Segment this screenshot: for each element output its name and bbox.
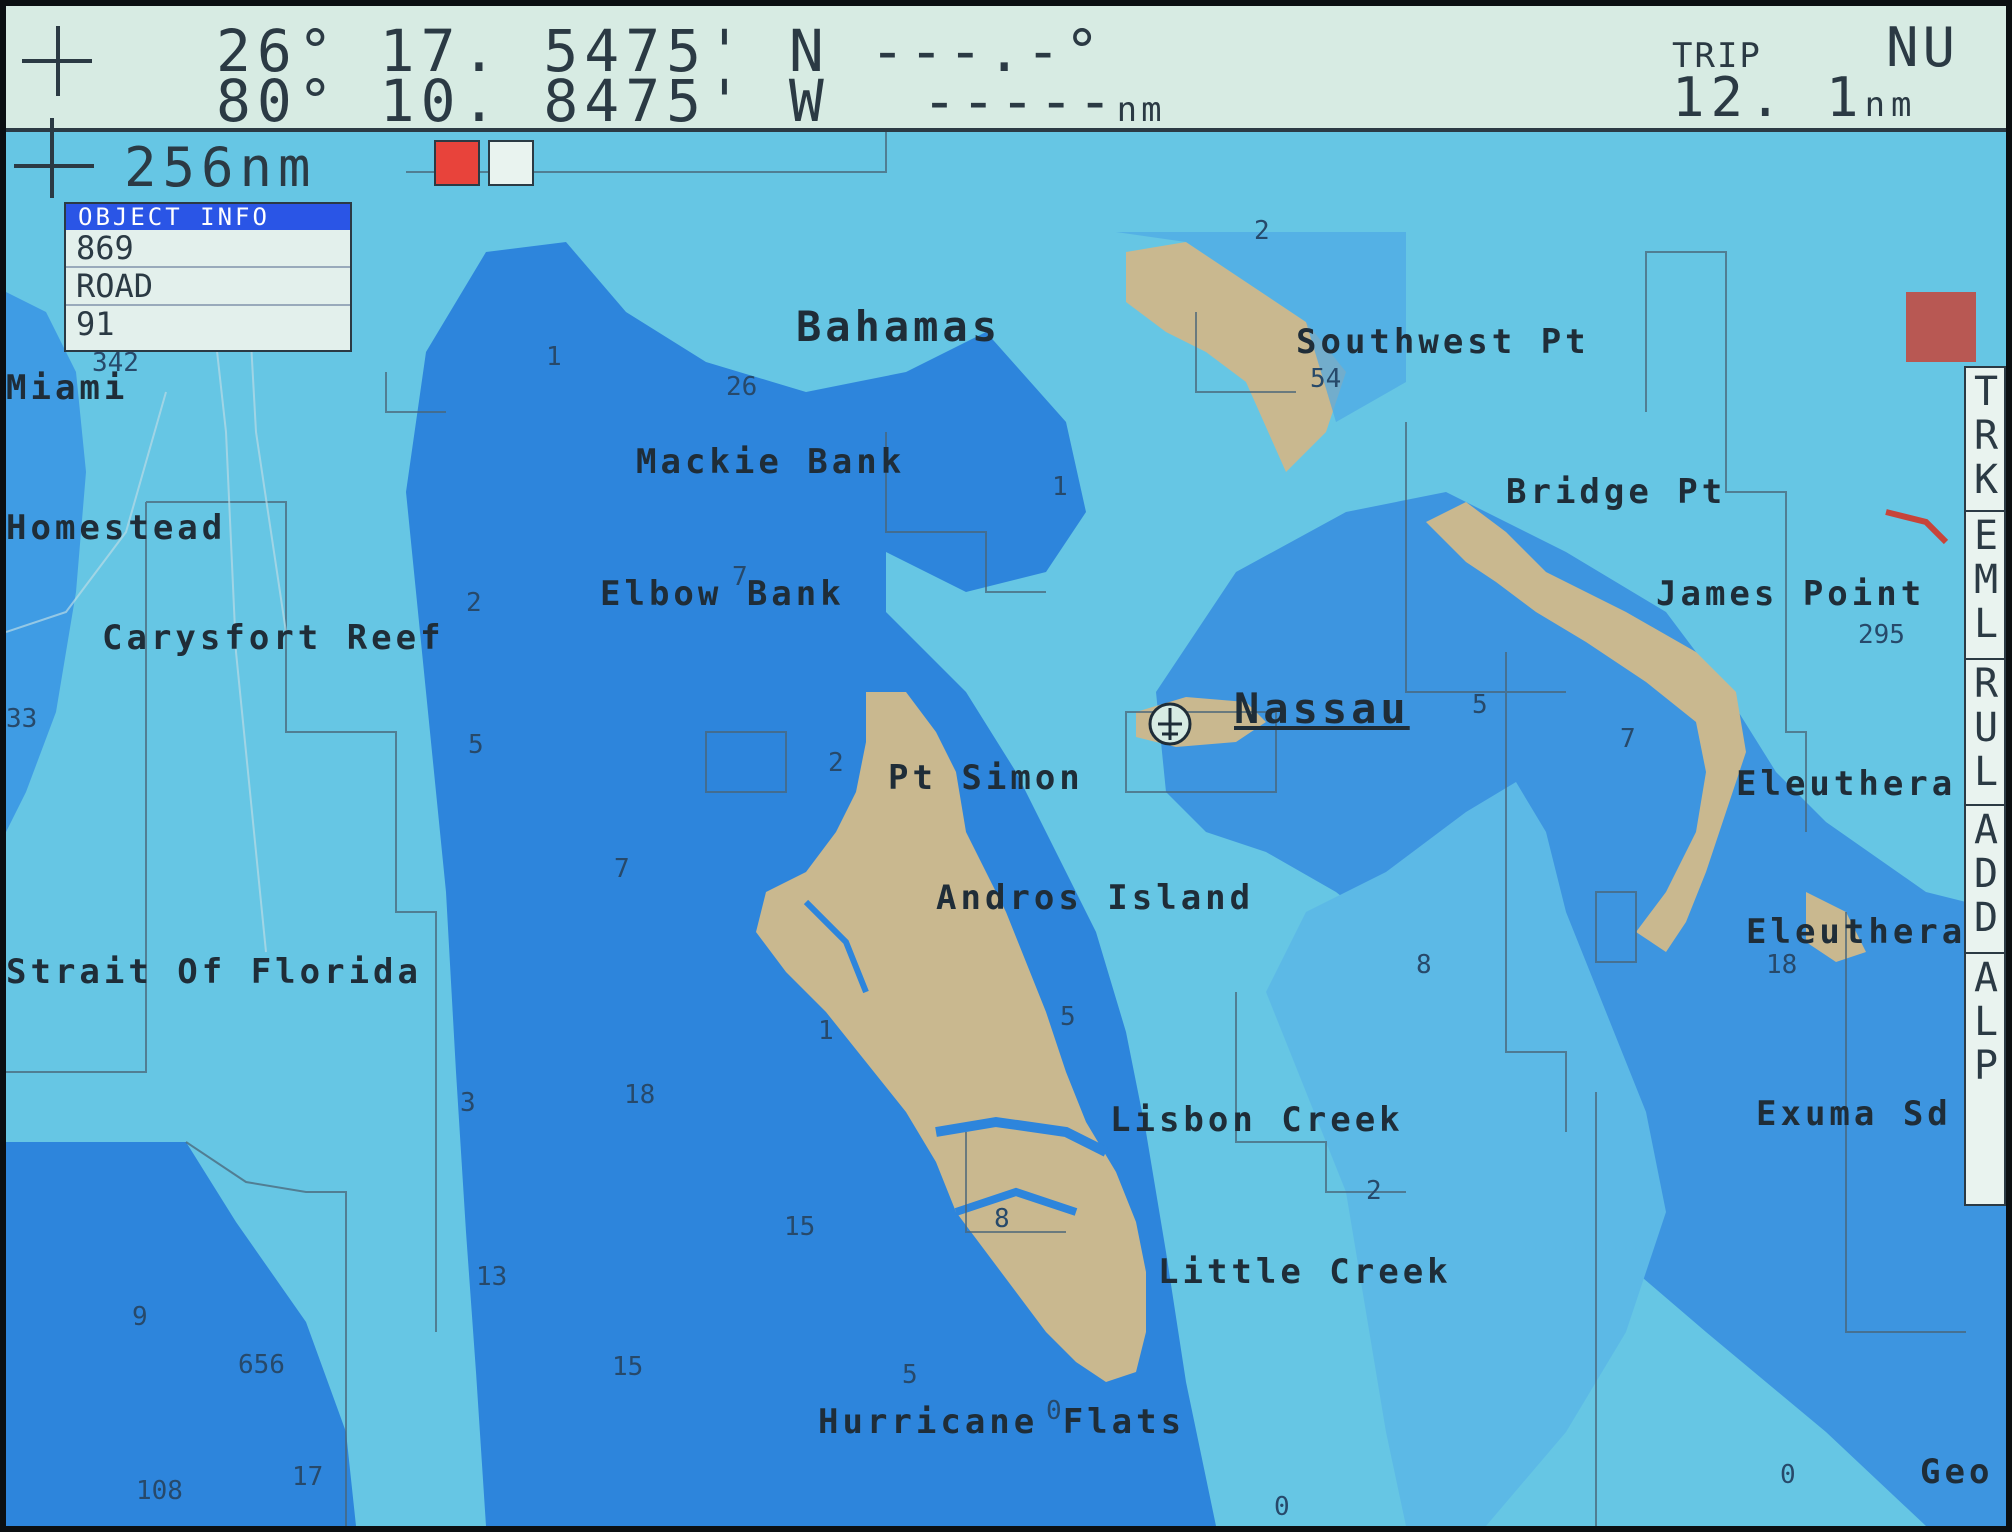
object-info-row: 869 <box>66 230 350 268</box>
depth-sounding: 13 <box>476 1262 508 1292</box>
menu-letter: D <box>1973 851 1999 897</box>
depth-sounding: 108 <box>136 1476 183 1506</box>
place-label: James Point <box>1656 574 1926 614</box>
depth-sounding: 26 <box>726 372 758 402</box>
place-label: Carysfort Reef <box>102 618 445 658</box>
depth-sounding: 7 <box>732 562 748 592</box>
depth-sounding: 7 <box>1620 724 1636 754</box>
depth-sounding: 295 <box>1858 620 1905 650</box>
place-label: Eleuthera <box>1736 764 1957 804</box>
depth-sounding: 54 <box>1310 364 1342 394</box>
depth-sounding: 5 <box>1060 1002 1076 1032</box>
longitude-readout: 80° 10. 8475' W <box>216 67 830 135</box>
menu-add[interactable]: ADD <box>1966 810 2006 942</box>
menu-letter: T <box>1973 369 1999 415</box>
menu-letter: L <box>1973 601 1999 647</box>
place-label: Andros Island <box>936 878 1255 918</box>
menu-letter: P <box>1973 1043 1999 1089</box>
depth-sounding: 2 <box>1254 216 1270 246</box>
depth-sounding: 9 <box>132 1302 148 1332</box>
place-label: Bridge Pt <box>1506 472 1727 512</box>
depth-sounding: 342 <box>92 348 139 378</box>
depth-sounding: 2 <box>466 588 482 618</box>
depth-sounding: 0 <box>1274 1492 1290 1522</box>
object-info-header: OBJECT INFO <box>66 204 350 230</box>
scale-readout[interactable]: 256nm <box>124 136 317 199</box>
menu-letter: L <box>1973 999 1999 1045</box>
menu-letter: U <box>1973 705 1999 751</box>
place-label: Little Creek <box>1158 1252 1452 1292</box>
cursor-cross-icon <box>22 26 92 96</box>
depth-sounding: 15 <box>612 1352 644 1382</box>
depth-sounding: 1 <box>1052 472 1068 502</box>
distance-value: ----- <box>922 67 1117 135</box>
side-menu: TRK EML RUL ADD ALP <box>1964 366 2006 1206</box>
depth-sounding: 18 <box>1766 950 1798 980</box>
place-label: Homestead <box>6 508 227 548</box>
trip-unit: nm <box>1864 85 1918 125</box>
red-marker <box>1906 292 1976 362</box>
depth-sounding: 1 <box>546 342 562 372</box>
place-label: Elbow Bank <box>600 574 845 614</box>
scale-unit: nm <box>239 136 317 199</box>
menu-eml[interactable]: EML <box>1966 516 2006 648</box>
trip-value: 12. 1 <box>1672 66 1865 129</box>
menu-letter: D <box>1973 895 1999 941</box>
menu-letter: M <box>1973 557 1999 603</box>
object-info-row: ROAD <box>66 268 350 306</box>
trip-readout: 12. 1nm <box>1672 66 1918 129</box>
depth-sounding: 18 <box>624 1080 656 1110</box>
depth-sounding: 5 <box>468 730 484 760</box>
object-info-row: 91 <box>76 305 115 343</box>
place-label: Strait Of Florida <box>6 952 422 992</box>
place-label: Southwest Pt <box>1296 322 1590 362</box>
depth-sounding: 33 <box>6 704 38 734</box>
place-label: Geo <box>1920 1452 1994 1492</box>
depth-sounding: 8 <box>994 1204 1010 1234</box>
status-bar: 26° 17. 5475' N 80° 10. 8475' W ---.-° -… <box>6 6 2006 132</box>
menu-letter: A <box>1973 955 1999 1001</box>
distance-unit: nm <box>1116 90 1166 130</box>
place-label: Nassau <box>1234 684 1410 733</box>
menu-letter: L <box>1973 749 1999 795</box>
depth-sounding: 2 <box>828 748 844 778</box>
menu-letter: R <box>1973 661 1999 707</box>
depth-sounding: 5 <box>1472 690 1488 720</box>
menu-letter: R <box>1973 413 1999 459</box>
menu-alp[interactable]: ALP <box>1966 958 2006 1090</box>
depth-sounding: 8 <box>1416 950 1432 980</box>
scale-cross-icon <box>14 118 94 198</box>
alarm-icon[interactable] <box>434 140 480 186</box>
orientation-mode[interactable]: NU <box>1886 16 1959 79</box>
distance-readout: -----nm <box>922 72 1166 130</box>
chartplotter-screen: 26° 17. 5475' N 80° 10. 8475' W ---.-° -… <box>6 6 2006 1526</box>
depth-sounding: 3 <box>460 1088 476 1118</box>
depth-sounding: 15 <box>784 1212 816 1242</box>
place-label: Bahamas <box>796 302 1002 351</box>
depth-sounding: 0 <box>1046 1396 1062 1426</box>
place-label: Exuma Sd <box>1756 1094 1952 1134</box>
place-label: Pt Simon <box>888 758 1084 798</box>
menu-rul[interactable]: RUL <box>1966 664 2006 796</box>
depth-sounding: 2 <box>1366 1176 1382 1206</box>
menu-letter: K <box>1973 457 1999 503</box>
place-label: Eleuthera <box>1746 912 1967 952</box>
place-label: Mackie Bank <box>636 442 906 482</box>
depth-sounding: 0 <box>1780 1460 1796 1490</box>
menu-trk[interactable]: TRK <box>1966 372 2006 504</box>
object-info-panel: OBJECT INFO 869 ROAD 91 <box>64 202 352 352</box>
depth-icon[interactable] <box>488 140 534 186</box>
menu-letter: E <box>1973 513 1999 559</box>
depth-sounding: 1 <box>818 1016 834 1046</box>
scale-value: 256 <box>124 136 240 199</box>
place-label: Lisbon Creek <box>1110 1100 1404 1140</box>
place-label: Hurricane Flats <box>818 1402 1186 1442</box>
depth-sounding: 7 <box>614 854 630 884</box>
depth-sounding: 17 <box>292 1462 324 1492</box>
menu-letter: A <box>1973 807 1999 853</box>
depth-sounding: 5 <box>902 1360 918 1390</box>
depth-sounding: 656 <box>238 1350 285 1380</box>
